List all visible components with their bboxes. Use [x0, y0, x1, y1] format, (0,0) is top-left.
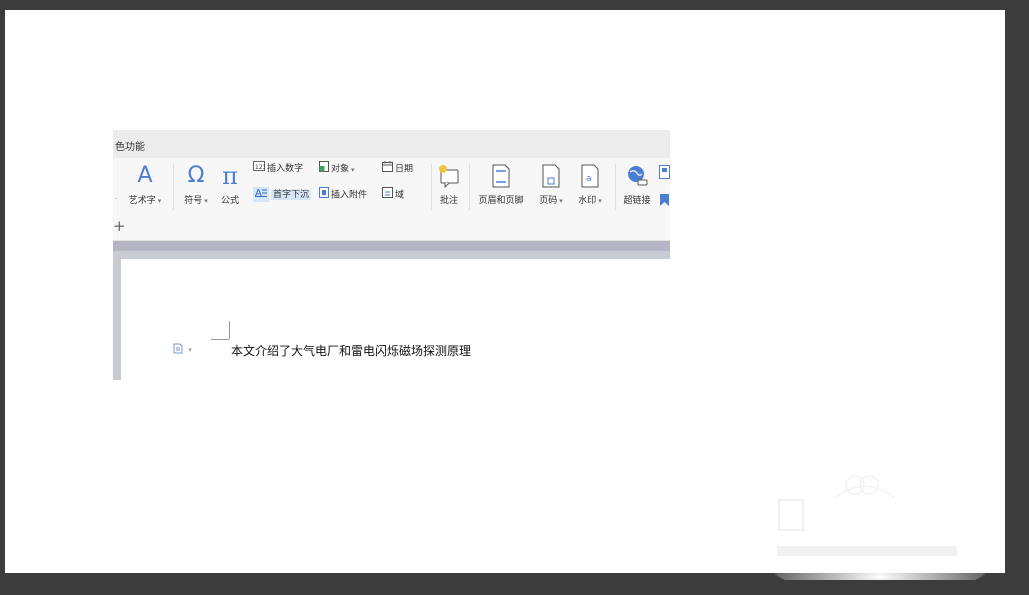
document-body-text[interactable]: 本文介绍了大气电厂和雷电闪烁磁场探测原理 — [231, 342, 471, 359]
date-button[interactable]: 日期 — [382, 161, 413, 175]
calendar-icon — [382, 161, 393, 177]
svg-text:A: A — [255, 188, 262, 197]
document-area: ▾ 本文介绍了大气电厂和雷电闪烁磁场探测原理 — [113, 241, 670, 380]
new-tab-button[interactable]: + — [113, 217, 126, 235]
art-text-button[interactable]: A 艺术字 ▾ — [121, 162, 169, 206]
divider — [469, 164, 470, 210]
header-footer-label: 页眉和页脚 — [478, 196, 524, 206]
margin-marker-vertical — [229, 321, 230, 339]
tab-feature[interactable]: 色功能 — [115, 142, 145, 153]
drop-cap-icon: A — [253, 187, 269, 202]
document-area-top — [113, 241, 670, 251]
divider — [615, 164, 616, 210]
wps-writer-window: 色功能 · A 艺术字 ▾ Ω 符号 ▾ π 公式 123 插入数字 A 首字下… — [113, 130, 670, 380]
margin-marker-horizontal — [211, 339, 229, 340]
paragraph-layout-icon[interactable]: ▾ — [173, 343, 192, 355]
number-icon: 123 — [253, 161, 267, 176]
object-icon — [319, 161, 329, 177]
header-footer-button[interactable]: 页眉和页脚 — [473, 162, 529, 206]
watermark-button[interactable]: a 水印 ▾ — [571, 162, 609, 206]
cross-reference-icon[interactable] — [659, 164, 670, 183]
document-page[interactable]: ▾ 本文介绍了大气电厂和雷电闪烁磁场探测原理 — [121, 259, 670, 380]
symbol-button[interactable]: Ω 符号 ▾ — [179, 162, 213, 206]
clipped-dropdown[interactable]: · — [113, 192, 117, 206]
comment-button[interactable]: 批注 — [435, 162, 463, 206]
symbol-label: 符号 — [184, 196, 203, 206]
page-number-button[interactable]: 页码 ▾ — [533, 162, 569, 206]
divider — [431, 164, 432, 210]
field-icon — [382, 187, 393, 203]
art-text-label: 艺术字 — [128, 196, 156, 206]
formula-button[interactable]: π 公式 — [217, 162, 243, 206]
drop-cap-button[interactable]: A 首字下沉 — [253, 187, 312, 202]
art-text-icon: A — [137, 163, 153, 188]
insert-attachment-button[interactable]: 插入附件 — [319, 187, 367, 201]
watermark-icon: a — [571, 162, 609, 190]
field-button[interactable]: 域 — [382, 187, 404, 201]
ribbon-tab-bar: 色功能 — [113, 130, 670, 158]
insert-ribbon: · A 艺术字 ▾ Ω 符号 ▾ π 公式 123 插入数字 A 首字下沉 对象… — [113, 158, 670, 213]
ribbon-footer: + — [113, 213, 670, 241]
attachment-icon — [319, 187, 329, 203]
svg-text:123: 123 — [255, 164, 265, 171]
svg-text:a: a — [586, 174, 592, 184]
hyperlink-button[interactable]: 超链接 — [619, 162, 655, 206]
pi-icon: π — [222, 162, 238, 190]
bookmark-icon[interactable] — [659, 192, 670, 211]
header-footer-icon — [473, 162, 529, 190]
comment-label: 批注 — [439, 196, 458, 206]
site-watermark-logo — [770, 470, 990, 595]
hyperlink-label: 超链接 — [623, 196, 651, 206]
watermark-label: 水印 — [578, 196, 597, 206]
object-button[interactable]: 对象 ▾ — [319, 161, 355, 175]
formula-label: 公式 — [220, 196, 239, 206]
comment-icon — [435, 162, 463, 190]
screenshot-canvas: 色功能 · A 艺术字 ▾ Ω 符号 ▾ π 公式 123 插入数字 A 首字下… — [5, 10, 1005, 595]
page-number-label: 页码 — [539, 196, 558, 206]
divider — [173, 164, 174, 210]
globe-link-icon — [619, 162, 655, 190]
page-number-icon — [533, 162, 569, 190]
omega-icon: Ω — [187, 163, 205, 188]
insert-number-button[interactable]: 123 插入数字 — [253, 161, 303, 175]
